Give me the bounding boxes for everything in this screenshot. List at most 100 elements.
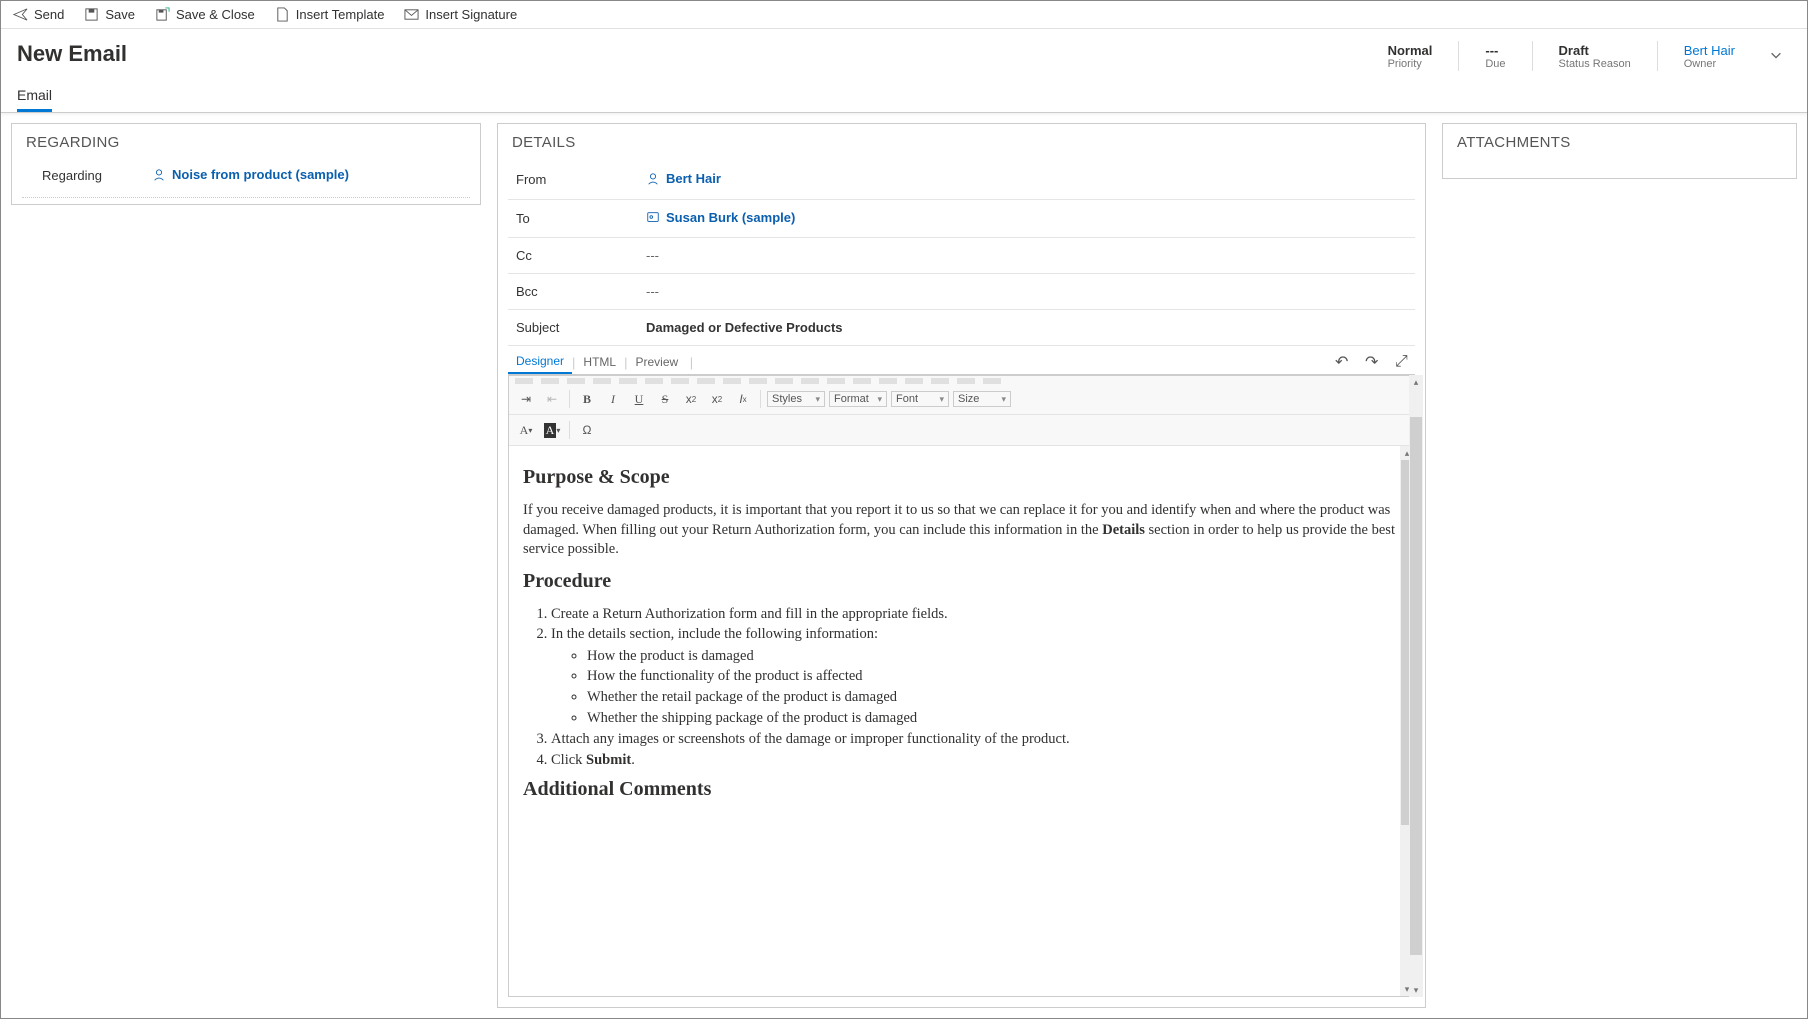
- superscript-button[interactable]: x2: [706, 388, 728, 410]
- owner-label: Owner: [1684, 58, 1735, 70]
- editor-tab-designer[interactable]: Designer: [508, 350, 572, 374]
- subject-label: Subject: [516, 320, 646, 335]
- details-panel: DETAILS From Bert Hair To: [497, 123, 1426, 1008]
- scroll-up-icon[interactable]: ▴: [1414, 375, 1419, 389]
- header-meta: Normal Priority --- Due Draft Status Rea…: [1382, 41, 1791, 71]
- tab-email[interactable]: Email: [17, 81, 52, 112]
- special-char-button[interactable]: Ω: [576, 419, 598, 441]
- save-icon: [84, 7, 99, 22]
- status-value: Draft: [1559, 43, 1631, 58]
- form-header: New Email Normal Priority --- Due Draft …: [1, 29, 1807, 71]
- meta-separator: [1458, 41, 1459, 71]
- regarding-title: REGARDING: [12, 124, 480, 161]
- body-heading-3: Additional Comments: [523, 776, 1400, 803]
- owner-value[interactable]: Bert Hair: [1684, 43, 1735, 58]
- regarding-label: Regarding: [42, 168, 152, 183]
- priority-label: Priority: [1388, 58, 1433, 70]
- save-label: Save: [105, 7, 135, 22]
- page-title: New Email: [17, 41, 127, 67]
- list-item: Create a Return Authorization form and f…: [551, 605, 1400, 625]
- editor-tabs: Designer | HTML | Preview | ↶ ↷ ⤢: [508, 350, 1415, 375]
- list-item: Whether the retail package of the produc…: [587, 688, 1400, 708]
- save-close-label: Save & Close: [176, 7, 255, 22]
- status-label: Status Reason: [1559, 58, 1631, 70]
- details-title: DETAILS: [498, 124, 1425, 161]
- bcc-field[interactable]: ---: [646, 284, 1407, 299]
- chevron-down-icon: [1769, 48, 1783, 62]
- cc-label: Cc: [516, 248, 646, 263]
- form-tabs: Email: [1, 71, 1807, 113]
- save-button[interactable]: Save: [84, 7, 135, 22]
- regarding-value-link[interactable]: Noise from product (sample): [152, 167, 349, 182]
- list-item: How the product is damaged: [587, 647, 1400, 667]
- insert-template-label: Insert Template: [296, 7, 385, 22]
- send-icon: [13, 7, 28, 22]
- save-close-button[interactable]: Save & Close: [155, 7, 255, 22]
- list-item: Attach any images or screenshots of the …: [551, 730, 1400, 750]
- undo-button[interactable]: ↶: [1325, 350, 1355, 374]
- rt-toolbar-row-3: A▾ A▾ Ω: [509, 415, 1414, 446]
- to-label: To: [516, 211, 646, 226]
- format-dropdown[interactable]: Format▾: [829, 391, 887, 407]
- fullscreen-button[interactable]: ⤢: [1385, 351, 1415, 373]
- send-label: Send: [34, 7, 64, 22]
- from-value-link[interactable]: Bert Hair: [646, 171, 721, 186]
- to-value-link[interactable]: Susan Burk (sample): [646, 210, 795, 225]
- underline-button[interactable]: U: [628, 388, 650, 410]
- bold-button[interactable]: B: [576, 388, 598, 410]
- attachments-panel: ATTACHMENTS: [1442, 123, 1797, 179]
- due-value: ---: [1485, 43, 1505, 58]
- regarding-value-text: Noise from product (sample): [172, 167, 349, 182]
- subject-field[interactable]: Damaged or Defective Products: [646, 320, 1407, 335]
- strikethrough-button[interactable]: S: [654, 388, 676, 410]
- insert-signature-button[interactable]: Insert Signature: [404, 7, 517, 22]
- body-heading-2: Procedure: [523, 568, 1400, 595]
- from-label: From: [516, 172, 646, 187]
- editor-outer-scrollbar[interactable]: ▴ ▾: [1409, 375, 1423, 997]
- rt-toolbar-row-clipped: [509, 376, 1414, 384]
- list-item: How the functionality of the product is …: [587, 667, 1400, 687]
- text-color-button[interactable]: A▾: [515, 419, 537, 441]
- font-dropdown[interactable]: Font▾: [891, 391, 949, 407]
- bcc-label: Bcc: [516, 284, 646, 299]
- scroll-down-icon[interactable]: ▾: [1414, 983, 1419, 997]
- meta-separator: [1532, 41, 1533, 71]
- insert-template-button[interactable]: Insert Template: [275, 7, 385, 22]
- email-body-content[interactable]: Purpose & Scope If you receive damaged p…: [509, 446, 1414, 996]
- list-item: Click Submit.: [551, 751, 1400, 771]
- remove-format-button[interactable]: Ix: [732, 388, 754, 410]
- due-label: Due: [1485, 58, 1505, 70]
- meta-separator: [1657, 41, 1658, 71]
- to-value-text: Susan Burk (sample): [666, 210, 795, 225]
- cc-field[interactable]: ---: [646, 248, 1407, 263]
- list-item: In the details section, include the foll…: [551, 625, 1400, 728]
- indent-increase-button[interactable]: ⇥: [515, 388, 537, 410]
- editor-tab-preview[interactable]: Preview: [627, 351, 686, 373]
- body-heading-1: Purpose & Scope: [523, 464, 1400, 491]
- template-icon: [275, 7, 290, 22]
- redo-button[interactable]: ↷: [1355, 350, 1385, 374]
- indent-decrease-button[interactable]: ⇤: [541, 388, 563, 410]
- scrollbar-thumb[interactable]: [1410, 417, 1422, 955]
- body-paragraph-1: If you receive damaged products, it is i…: [523, 501, 1400, 560]
- save-close-icon: [155, 7, 170, 22]
- styles-dropdown[interactable]: Styles▾: [767, 391, 825, 407]
- insert-signature-label: Insert Signature: [425, 7, 517, 22]
- send-button[interactable]: Send: [13, 7, 64, 22]
- editor-tab-html[interactable]: HTML: [575, 351, 624, 373]
- rt-toolbar-row-2: ⇥ ⇤ B I U S x2 x2 Ix Styles▾ Format▾ Fon…: [509, 384, 1414, 415]
- size-dropdown[interactable]: Size▾: [953, 391, 1011, 407]
- from-value-text: Bert Hair: [666, 171, 721, 186]
- regarding-panel: REGARDING Regarding Noise from product (…: [11, 123, 481, 205]
- subscript-button[interactable]: x2: [680, 388, 702, 410]
- list-item: Whether the shipping package of the prod…: [587, 709, 1400, 729]
- signature-icon: [404, 7, 419, 22]
- background-color-button[interactable]: A▾: [541, 419, 563, 441]
- italic-button[interactable]: I: [602, 388, 624, 410]
- command-bar: Send Save Save & Close Insert Template I…: [1, 1, 1807, 29]
- priority-value: Normal: [1388, 43, 1433, 58]
- case-icon: [152, 168, 166, 182]
- header-expand-button[interactable]: [1761, 44, 1791, 69]
- procedure-list: Create a Return Authorization form and f…: [551, 605, 1400, 771]
- contact-icon: [646, 210, 660, 224]
